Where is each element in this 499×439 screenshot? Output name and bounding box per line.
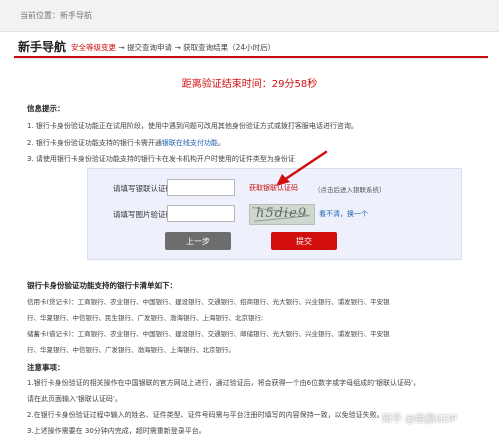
step-get-result-note: （24小时后）: [228, 43, 276, 52]
back-button[interactable]: 上一步: [165, 232, 231, 250]
step-submit-query: 提交查询申请: [127, 43, 173, 52]
header-divider-shadow: [14, 58, 488, 59]
credit-card-banks-line-2: 行、华夏银行、中信银行、民生银行、广发银行、渤海银行、上海银行、北京银行;: [27, 314, 264, 322]
info-line-1: 1. 银行卡身份验证功能正在试用阶段，使用中遇到问题可改用其他身份验证方式或拨打…: [27, 122, 358, 130]
unionpay-code-input[interactable]: [167, 179, 235, 196]
step-get-result: 获取查询结果: [183, 43, 229, 52]
captcha-input[interactable]: [167, 205, 235, 222]
countdown-label: 距离验证结束时间：: [181, 79, 272, 90]
captcha-image[interactable]: h5die9: [249, 204, 315, 225]
unionpay-online-payment-link[interactable]: 银联在线支付功能: [162, 139, 218, 147]
step-indicator: 安全等级变更 → 提交查询申请 → 获取查询结果（24小时后）: [71, 42, 275, 53]
bank-list-title: 银行卡身份验证功能支持的银行卡清单如下：: [27, 281, 177, 290]
debit-card-banks-line-1: 储蓄卡(借记卡)：工商银行、农业银行、中国银行、建设银行、交通银行、邮储银行、光…: [27, 330, 390, 338]
notes-line-4: 3.上述操作需要在 30分钟内完成，超时需重新登录平台。: [27, 427, 206, 435]
notes-line-3: 2.在银行卡身份验证过程中输入的姓名、证件类型、证件号码需与平台注册时填写的内容…: [27, 411, 384, 419]
debit-card-banks-line-2: 行、华夏银行、中信银行、广发银行、渤海银行、上海银行、北京银行。: [27, 346, 235, 354]
step-security-level: 安全等级变更: [71, 43, 116, 52]
credit-card-banks-line-1: 信用卡(贷记卡)：工商银行、农业银行、中国银行、建设银行、交通银行、招商银行、光…: [27, 298, 390, 306]
page-header: 新手导航 安全等级变更 → 提交查询申请 → 获取查询结果（24小时后）: [14, 38, 488, 58]
countdown-value: 29分58秒: [271, 79, 318, 90]
step-separator: →: [172, 43, 184, 52]
breadcrumb-bar: 当前位置：新手导航: [0, 0, 499, 32]
info-title: 信息提示：: [27, 104, 65, 113]
page-title: 新手导航: [18, 40, 67, 54]
notes-line-1: 1.银行卡身份验证的相关操作在中国银联的官方网站上进行，通过验证后，将会获得一个…: [27, 379, 420, 387]
step-separator: →: [116, 43, 128, 52]
info-line-2-suffix: 。: [217, 139, 225, 147]
info-line-2-prefix: 2. 银行卡身份验证功能支持的银行卡需开通: [27, 139, 162, 147]
countdown-timer: 距离验证结束时间：29分58秒: [0, 75, 499, 90]
submit-button[interactable]: 提交: [271, 232, 337, 250]
breadcrumb: 当前位置：新手导航: [20, 11, 92, 20]
red-arrow-annotation: [276, 150, 328, 186]
notes-title: 注意事项：: [27, 363, 65, 372]
info-line-3: 3. 请使用银行卡身份验证功能支持的银行卡在发卡机构开户时使用的证件类型为身份证: [27, 155, 295, 163]
notes-line-2: 请在此页面输入'银联认证码'。: [27, 395, 122, 403]
refresh-captcha-link[interactable]: 看不清，换一个: [319, 209, 368, 219]
watermark: 知乎 @绝赢GDP: [382, 414, 457, 425]
info-line-2: 2. 银行卡身份验证功能支持的银行卡需开通银联在线支付功能。: [27, 138, 225, 148]
captcha-text: h5die9: [256, 206, 308, 221]
